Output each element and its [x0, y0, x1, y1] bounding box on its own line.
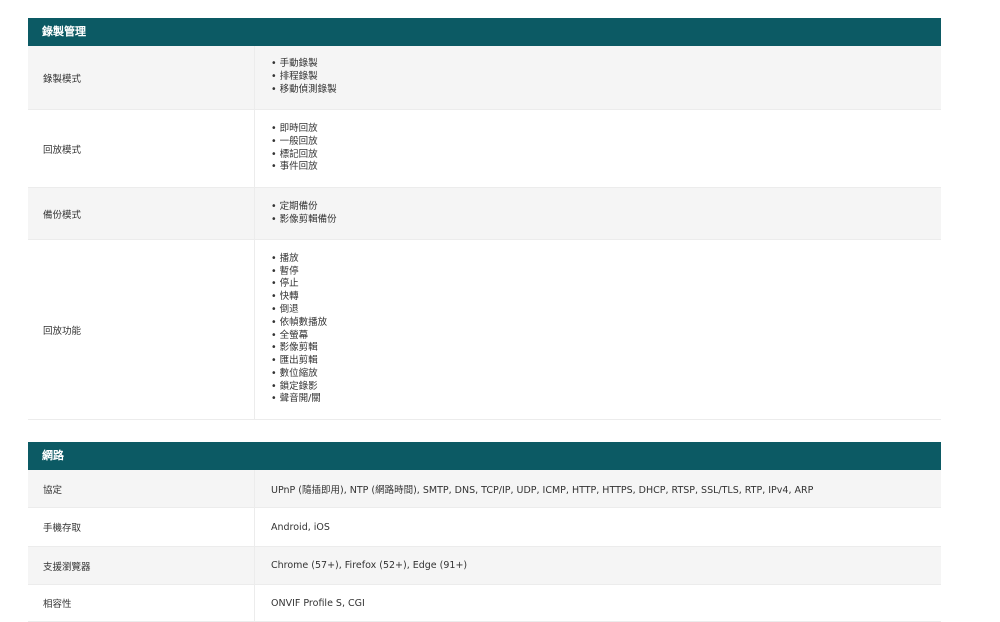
list-item: 一般回放 — [271, 136, 318, 149]
list-item: 即時回放 — [271, 123, 318, 136]
spec-row-recording-mode: 錄製模式 手動錄製 排程錄製 移動偵測錄製 — [28, 46, 941, 110]
list-item: 依幀數播放 — [271, 317, 328, 330]
spec-row-protocols: 協定 UPnP (隨插即用), NTP (網路時間), SMTP, DNS, T… — [28, 470, 941, 508]
spec-value: Chrome (57+), Firefox (52+), Edge (91+) — [271, 560, 468, 571]
spec-value: ONVIF Profile S, CGI — [271, 597, 365, 609]
spec-value: 定期備份 影像剪輯備份 — [255, 188, 941, 239]
spec-row-compatibility: 相容性 ONVIF Profile S, CGI — [28, 585, 941, 622]
spec-row-playback-functions: 回放功能 播放 暫停 停止 快轉 倒退 依幀數播放 全螢幕 影像剪輯 匯出剪輯 … — [28, 240, 941, 420]
section-header-recording: 錄製管理 — [28, 18, 941, 46]
list-item: 影像剪輯 — [271, 342, 327, 355]
list-item: 全螢幕 — [271, 330, 327, 343]
list-item: 定期備份 — [271, 201, 337, 214]
spec-label: 手機存取 — [28, 508, 255, 546]
spec-row-playback-mode: 回放模式 即時回放 一般回放 標記回放 事件回放 — [28, 110, 941, 188]
list-item: 停止 — [271, 278, 327, 291]
section-header-network: 網路 — [28, 442, 941, 470]
spec-label: 備份模式 — [28, 188, 255, 239]
list-item: 倒退 — [271, 304, 327, 317]
list-item: 暫停 — [271, 266, 327, 279]
list-item: 鎖定錄影 — [271, 381, 327, 394]
spec-value: Android, iOS — [271, 521, 330, 533]
list-item: 手動錄製 — [271, 58, 337, 71]
list-item: 數位縮放 — [271, 368, 327, 381]
list-item: 影像剪輯備份 — [271, 214, 337, 227]
spec-value: UPnP (隨插即用), NTP (網路時間), SMTP, DNS, TCP/… — [271, 484, 814, 496]
spec-value: 手動錄製 排程錄製 移動偵測錄製 — [255, 46, 941, 109]
bullet-list: 播放 暫停 停止 快轉 倒退 依幀數播放 全螢幕 影像剪輯 匯出剪輯 數位縮放 … — [271, 253, 328, 407]
list-item: 聲音開/關 — [271, 393, 327, 406]
list-item: 移動偵測錄製 — [271, 84, 337, 97]
list-item: 事件回放 — [271, 161, 318, 174]
list-item: 標記回放 — [271, 149, 318, 162]
spec-value: 播放 暫停 停止 快轉 倒退 依幀數播放 全螢幕 影像剪輯 匯出剪輯 數位縮放 … — [255, 240, 941, 419]
spec-row-browsers: 支援瀏覽器 Chrome (57+), Firefox (52+), Edge … — [28, 547, 941, 585]
spec-label: 協定 — [28, 470, 255, 507]
bullet-list: 手動錄製 排程錄製 移動偵測錄製 — [271, 58, 337, 96]
list-item: 快轉 — [271, 291, 327, 304]
bullet-list: 即時回放 一般回放 標記回放 事件回放 — [271, 123, 318, 174]
recording-section: 錄製管理 錄製模式 手動錄製 排程錄製 移動偵測錄製 回放模式 即時回放 一般回… — [28, 18, 941, 420]
spec-label: 相容性 — [28, 585, 255, 621]
spec-row-mobile-access: 手機存取 Android, iOS — [28, 508, 941, 547]
spec-label: 回放功能 — [28, 240, 255, 419]
list-item: 排程錄製 — [271, 71, 337, 84]
spec-label: 回放模式 — [28, 110, 255, 187]
spec-label: 支援瀏覽器 — [28, 547, 255, 584]
list-item: 匯出剪輯 — [271, 355, 327, 368]
spec-value: 即時回放 一般回放 標記回放 事件回放 — [255, 110, 941, 187]
spec-label: 錄製模式 — [28, 46, 255, 109]
bullet-list: 定期備份 影像剪輯備份 — [271, 201, 337, 227]
spec-row-backup-mode: 備份模式 定期備份 影像剪輯備份 — [28, 188, 941, 240]
network-section: 網路 協定 UPnP (隨插即用), NTP (網路時間), SMTP, DNS… — [28, 442, 941, 622]
list-item: 播放 — [271, 253, 327, 266]
